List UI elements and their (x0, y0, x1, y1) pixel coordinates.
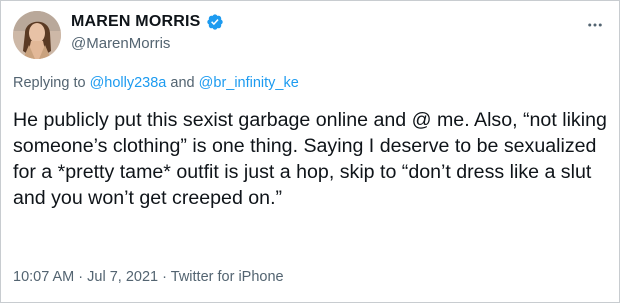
reply-mention-2[interactable]: @br_infinity_ke (199, 75, 299, 91)
user-handle[interactable]: @MarenMorris (71, 35, 170, 52)
avatar[interactable] (13, 11, 61, 59)
tweet-meta: 10:07 AM · Jul 7, 2021 · Twitter for iPh… (13, 269, 284, 285)
reply-conjunction: and (170, 75, 195, 91)
tweet-text: He publicly put this sexist garbage onli… (13, 109, 607, 209)
reply-prefix: Replying to (13, 75, 86, 91)
tweet-card: MAREN MORRIS @MarenMorris Replying to @h… (0, 0, 620, 303)
meta-separator-2: · (162, 269, 167, 285)
tweet-date[interactable]: Jul 7, 2021 (87, 269, 158, 285)
tweet-source[interactable]: Twitter for iPhone (171, 269, 284, 285)
reply-mention-1[interactable]: @holly238a (90, 75, 167, 91)
meta-separator-1: · (78, 269, 84, 285)
tweet-time[interactable]: 10:07 AM (13, 269, 74, 285)
more-options-icon[interactable] (585, 15, 605, 35)
verified-badge-icon (206, 13, 224, 31)
reply-context: Replying to @holly238a and @br_infinity_… (13, 75, 299, 91)
display-name[interactable]: MAREN MORRIS (71, 13, 201, 31)
avatar-photo-icon (13, 11, 61, 59)
name-row: MAREN MORRIS (71, 13, 224, 31)
